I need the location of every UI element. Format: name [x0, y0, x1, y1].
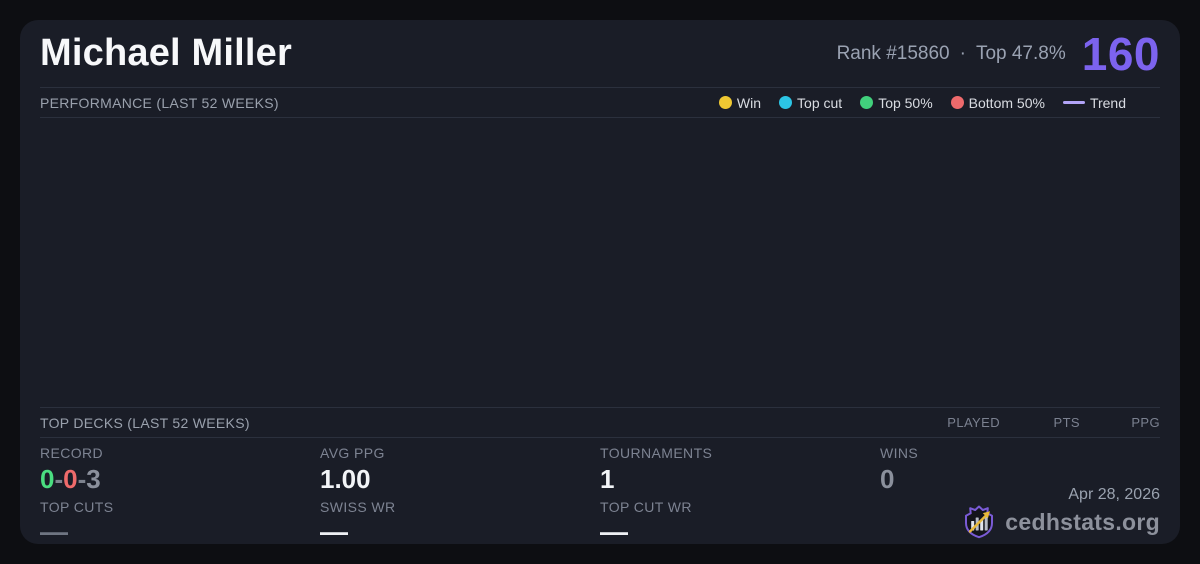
legend-label: Bottom 50% — [969, 95, 1045, 111]
top-cuts-value: — — [40, 517, 320, 547]
wins-label: WINS — [880, 443, 1160, 463]
record-draws: 3 — [86, 464, 100, 494]
column-header-played: PLAYED — [920, 415, 1000, 430]
swiss-wr-label: SWISS WR — [320, 497, 600, 517]
trend-line-icon — [1063, 101, 1085, 104]
cedhstats-logo-icon — [961, 504, 997, 540]
avg-ppg-value: 1.00 — [320, 463, 600, 495]
stat-column-avg-ppg: AVG PPG 1.00 SWISS WR — — [320, 443, 600, 547]
record-wins: 0 — [40, 464, 54, 494]
rank-summary: Rank #15860 · Top 47.8% 160 — [837, 27, 1160, 81]
performance-header: PERFORMANCE (LAST 52 WEEKS) Win Top cut … — [40, 88, 1160, 118]
top-percent-text: Top 47.8% — [976, 43, 1066, 65]
top-cut-dot-icon — [779, 96, 792, 109]
legend-item-trend: Trend — [1063, 95, 1126, 111]
top-decks-title: TOP DECKS (LAST 52 WEEKS) — [40, 415, 250, 431]
column-header-ppg: PPG — [1080, 415, 1160, 430]
legend-item-top-50: Top 50% — [860, 95, 932, 111]
brand-row: cedhstats.org — [961, 504, 1160, 540]
rating-value: 160 — [1082, 27, 1160, 81]
player-name: Michael Miller — [40, 32, 292, 75]
player-stats-card: Michael Miller Rank #15860 · Top 47.8% 1… — [20, 20, 1180, 544]
record-separator: - — [78, 464, 87, 494]
bottom-50-dot-icon — [951, 96, 964, 109]
tournaments-value: 1 — [600, 463, 880, 495]
top-cut-wr-label: TOP CUT WR — [600, 497, 880, 517]
brand-text: cedhstats.org — [1005, 509, 1160, 536]
rank-text: Rank #15860 — [837, 43, 950, 65]
record-losses: 0 — [63, 464, 77, 494]
win-dot-icon — [719, 96, 732, 109]
performance-chart-area — [40, 118, 1160, 408]
record-label: RECORD — [40, 443, 320, 463]
legend-label: Top cut — [797, 95, 842, 111]
dot-separator: · — [960, 43, 966, 65]
top-decks-columns: PLAYED PTS PPG — [920, 415, 1160, 430]
top-cuts-label: TOP CUTS — [40, 497, 320, 517]
card-footer: Apr 28, 2026 cedhstats.org — [961, 486, 1160, 540]
legend-label: Win — [737, 95, 761, 111]
top-decks-header: TOP DECKS (LAST 52 WEEKS) PLAYED PTS PPG — [40, 408, 1160, 438]
legend-label: Top 50% — [878, 95, 932, 111]
record-value: 0-0-3 — [40, 463, 320, 495]
stat-column-record: RECORD 0-0-3 TOP CUTS — — [40, 443, 320, 547]
legend-item-win: Win — [719, 95, 761, 111]
swiss-wr-value: — — [320, 517, 600, 547]
date-text: Apr 28, 2026 — [961, 486, 1160, 504]
card-header: Michael Miller Rank #15860 · Top 47.8% 1… — [40, 20, 1160, 88]
stat-column-tournaments: TOURNAMENTS 1 TOP CUT WR — — [600, 443, 880, 547]
column-header-pts: PTS — [1000, 415, 1080, 430]
legend-item-bottom-50: Bottom 50% — [951, 95, 1045, 111]
performance-title: PERFORMANCE (LAST 52 WEEKS) — [40, 95, 279, 111]
legend-label: Trend — [1090, 95, 1126, 111]
record-separator: - — [54, 464, 63, 494]
top-50-dot-icon — [860, 96, 873, 109]
avg-ppg-label: AVG PPG — [320, 443, 600, 463]
tournaments-label: TOURNAMENTS — [600, 443, 880, 463]
top-cut-wr-value: — — [600, 517, 880, 547]
chart-legend: Win Top cut Top 50% Bottom 50% Trend — [719, 95, 1126, 111]
legend-item-top-cut: Top cut — [779, 95, 842, 111]
page: { "colors": { "page_background": "#0d0e1… — [0, 0, 1200, 564]
